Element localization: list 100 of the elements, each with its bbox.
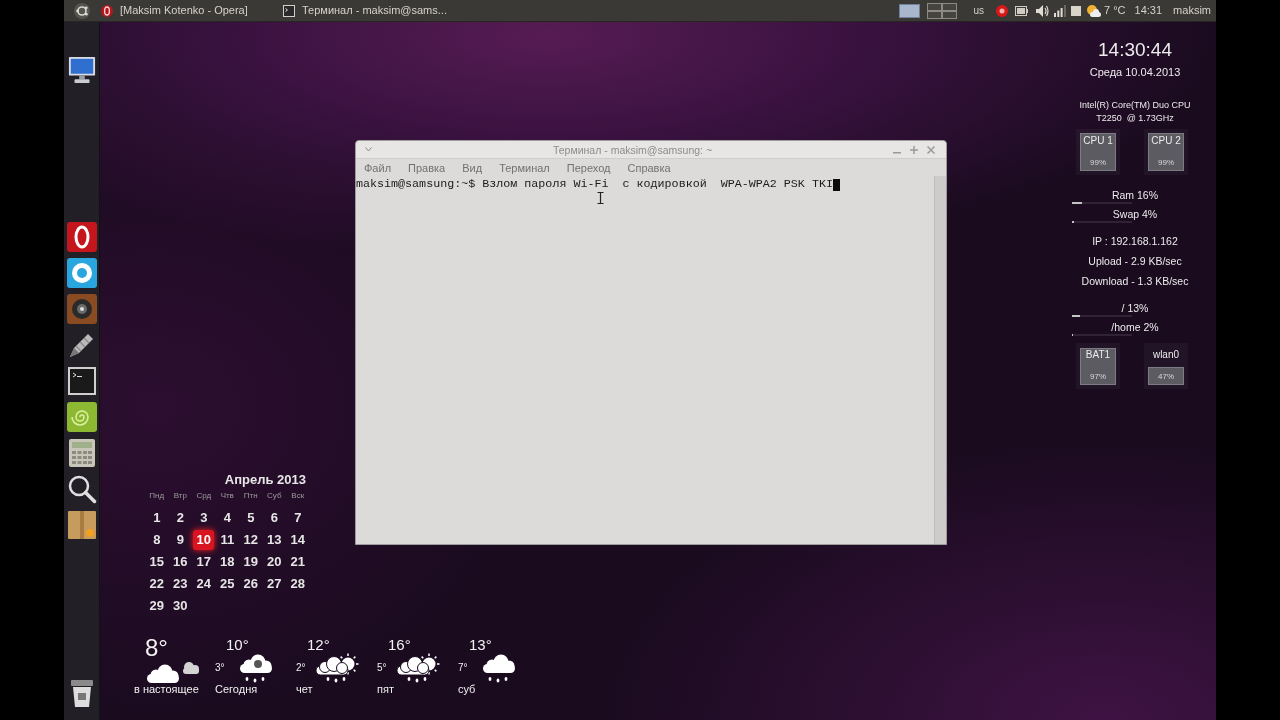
menu-item[interactable]: Переход — [566, 160, 611, 175]
keyboard-layout-indicator[interactable]: us — [973, 3, 985, 18]
square-icon[interactable] — [1071, 5, 1082, 16]
network-text: IP : 192.168.1.162 — [1092, 235, 1178, 247]
sun-cloud-rain-icon — [314, 653, 360, 683]
calendar-day[interactable]: 22 — [146, 574, 168, 594]
calendar-day[interactable]: 4 — [216, 508, 238, 528]
menu-item[interactable]: Вид — [462, 160, 483, 175]
meter-label: Swap 4% — [1112, 208, 1158, 220]
user-name[interactable]: maksim — [1173, 2, 1211, 19]
calendar-day[interactable]: 15 — [146, 552, 168, 572]
calendar-day[interactable]: 26 — [240, 574, 262, 594]
meter-label: /home 2% — [1111, 321, 1159, 333]
low-temperature: 7° — [458, 662, 469, 674]
calendar-day[interactable]: 24 — [193, 574, 215, 594]
calendar-day[interactable]: 16 — [169, 552, 191, 572]
calendar-day[interactable]: 8 — [146, 530, 168, 550]
terminal-icon — [283, 4, 295, 17]
package-icon[interactable] — [66, 510, 97, 540]
clock-time: 14:30:44 — [1098, 39, 1172, 61]
workspace-switcher-icon[interactable] — [899, 2, 958, 19]
calendar-day[interactable]: 19 — [240, 552, 262, 572]
menu-item[interactable]: Правка — [408, 160, 446, 175]
calendar-day[interactable]: 10 — [193, 530, 215, 550]
taskbar-button[interactable]: [Maksim Kotenko - Opera] — [99, 0, 281, 21]
calendar-day[interactable]: 17 — [193, 552, 215, 572]
forecast-day-label: в настоящее — [134, 683, 200, 695]
round-logo-icon[interactable] — [74, 2, 90, 19]
network-text: Upload - 2.9 KB/sec — [1088, 255, 1182, 267]
i-beam-pointer-icon — [597, 192, 604, 204]
sun-cloud-icon[interactable] — [1087, 4, 1102, 17]
disc-tile-icon[interactable] — [66, 258, 97, 288]
calendar-day[interactable]: 5 — [240, 508, 262, 528]
calendar-day[interactable]: 23 — [169, 574, 191, 594]
high-temperature: 13° — [468, 637, 493, 653]
calendar-day[interactable]: 14 — [287, 530, 309, 550]
terminal-icon[interactable] — [66, 366, 97, 396]
date-text: Среда 10.04.2013 — [1089, 65, 1181, 79]
calendar-day[interactable]: 30 — [169, 596, 191, 616]
network-text: Download - 1.3 KB/sec — [1081, 275, 1189, 287]
calendar-day[interactable]: 6 — [263, 508, 285, 528]
calendar-day[interactable]: 18 — [216, 552, 238, 572]
gauge-label: wlan0 — [1151, 349, 1181, 361]
gauge-reading: 47% — [1157, 372, 1175, 382]
menu-item[interactable]: Файл — [364, 160, 392, 175]
monitor-icon[interactable] — [67, 56, 96, 84]
forecast-day-label: пят — [377, 683, 395, 695]
ring-tile-icon[interactable] — [66, 222, 97, 252]
lens-tile-icon[interactable] — [66, 294, 97, 324]
forecast-day-label: суб — [458, 683, 477, 695]
taskbar-button[interactable]: Терминал - maksim@sams... — [281, 0, 463, 21]
battery-icon[interactable] — [1015, 5, 1029, 16]
high-temperature: 12° — [306, 637, 331, 653]
meter-label: Ram 16% — [1111, 189, 1159, 201]
calendar-month-title: Апрель 2013 — [224, 472, 307, 488]
low-temperature: 2° — [296, 662, 307, 674]
weekday-header: Срд — [195, 491, 213, 501]
low-temperature: 3° — [215, 662, 226, 674]
calendar-day[interactable]: 2 — [169, 508, 191, 528]
calendar-day[interactable]: 3 — [193, 508, 215, 528]
low-temperature: 5° — [377, 662, 388, 674]
gauge-reading: 99% — [1157, 158, 1175, 168]
calendar-day[interactable]: 21 — [287, 552, 309, 572]
cpu-model-text: Intel(R) Core(TM) Duo CPU — [1079, 99, 1191, 112]
gauge-label: BAT1 — [1084, 349, 1112, 361]
calendar-day[interactable]: 27 — [263, 574, 285, 594]
calendar-day[interactable]: 9 — [169, 530, 191, 550]
calendar-day[interactable]: 12 — [240, 530, 262, 550]
search-icon[interactable] — [66, 474, 97, 504]
calculator-icon[interactable] — [66, 438, 97, 468]
window-title: Терминал - maksim@samsung: ~ — [551, 142, 714, 157]
weather-temperature[interactable]: 7 °C — [1104, 2, 1126, 19]
speaker-icon[interactable] — [1036, 4, 1050, 17]
gauge-label: CPU 1 — [1082, 135, 1114, 147]
calendar-day[interactable]: 29 — [146, 596, 168, 616]
sun-cloud-rain-icon — [395, 653, 441, 683]
panel-clock[interactable]: 14:31 — [1134, 2, 1163, 19]
menu-item[interactable]: Справка — [627, 160, 671, 175]
calendar-day[interactable]: 1 — [146, 508, 168, 528]
scrollbar[interactable] — [934, 176, 946, 544]
menu-item[interactable]: Терминал — [499, 160, 550, 175]
high-temperature: 10° — [225, 637, 250, 653]
calendar-day[interactable]: 20 — [263, 552, 285, 572]
calendar-day[interactable]: 28 — [287, 574, 309, 594]
signal-icon[interactable] — [1054, 4, 1067, 17]
gauge-reading: 99% — [1089, 158, 1107, 168]
current-temperature: 8° — [144, 637, 169, 659]
spiral-tile-icon[interactable] — [66, 402, 97, 432]
calendar-day[interactable]: 13 — [263, 530, 285, 550]
weekday-header: Суб — [266, 491, 283, 501]
calendar-day[interactable]: 25 — [216, 574, 238, 594]
calendar-day[interactable]: 11 — [216, 530, 238, 550]
status-dot-icon[interactable] — [996, 4, 1009, 17]
weekday-header: Чтв — [219, 491, 235, 501]
cpu-model-text: T2250 @ 1.73GHz — [1096, 112, 1174, 125]
calendar-day[interactable]: 7 — [287, 508, 309, 528]
forecast-day-label: чет — [296, 683, 314, 695]
high-temperature: 16° — [387, 637, 412, 653]
ring-icon — [101, 4, 113, 17]
weekday-header: Втр — [172, 491, 188, 501]
